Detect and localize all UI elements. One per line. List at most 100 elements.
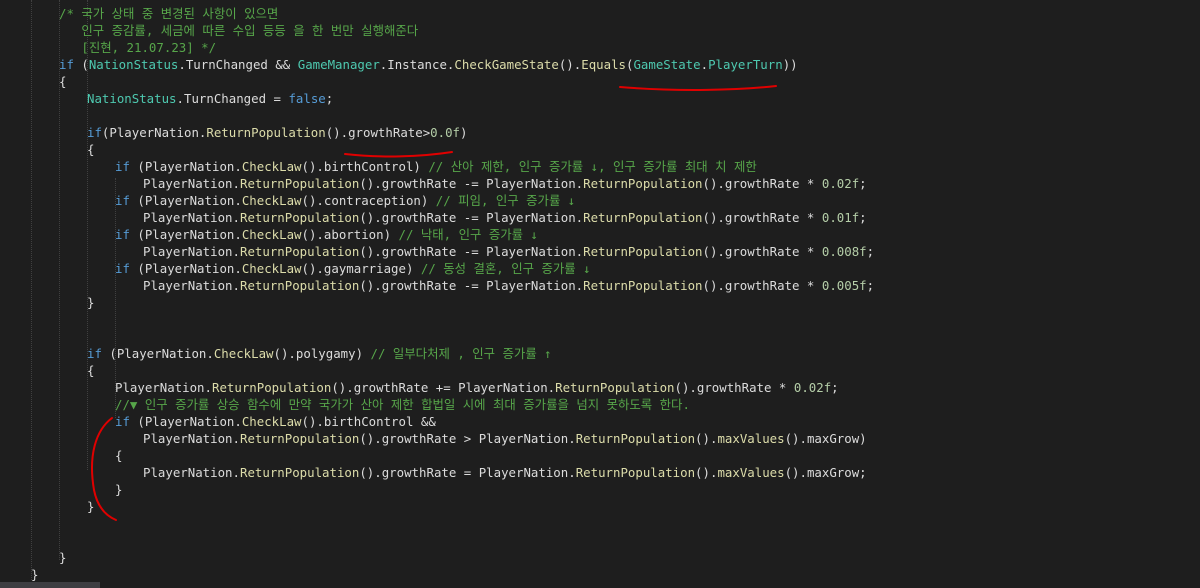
code-line[interactable]: } (87, 498, 94, 515)
code-token: if (115, 193, 130, 208)
code-line[interactable]: NationStatus.TurnChanged = false; (87, 90, 333, 107)
code-token: ReturnPopulation (583, 176, 703, 191)
code-token: . (700, 57, 709, 72)
code-line[interactable]: } (87, 294, 94, 311)
code-token: NationStatus (88, 57, 179, 72)
code-token: } (59, 550, 67, 565)
code-token: ReturnPopulation (583, 210, 703, 225)
code-token: ReturnPopulation (555, 380, 675, 395)
code-token: ().polygamy) (273, 346, 371, 361)
code-token: ReturnPopulation (239, 431, 360, 446)
code-token: ReturnPopulation (239, 210, 360, 225)
code-token: // 산아 제한, 인구 증가률 ↓, 인구 증가률 최대 치 제한 (428, 159, 757, 174)
code-line[interactable]: { (87, 362, 94, 379)
code-token: ().growthRate > PlayerNation. (359, 431, 576, 446)
code-token: (PlayerNation. (101, 125, 207, 140)
code-line[interactable]: { (59, 73, 66, 90)
code-token: ().growthRate = PlayerNation. (359, 465, 576, 480)
code-token: //▼ 인구 증가률 상승 함수에 만약 국가가 산아 제한 합법일 시에 최대… (115, 397, 690, 412)
code-token: ; (859, 210, 867, 225)
code-line[interactable]: PlayerNation.ReturnPopulation().growthRa… (143, 430, 867, 447)
code-line[interactable]: if(PlayerNation.ReturnPopulation().growt… (87, 124, 467, 141)
code-token: { (87, 363, 95, 378)
code-token: 0.008f (821, 244, 867, 259)
code-token: CheckLaw (241, 193, 302, 208)
code-token: ().abortion) (301, 227, 399, 242)
code-token: ().growthRate * (702, 176, 822, 191)
code-line[interactable]: PlayerNation.ReturnPopulation().growthRa… (143, 175, 867, 192)
code-token: GameState (633, 57, 701, 72)
code-token: CheckLaw (241, 261, 302, 276)
code-line[interactable]: if (NationStatus.TurnChanged && GameMana… (59, 56, 798, 73)
code-token: PlayerNation. (143, 210, 240, 225)
code-token: // 피임, 인구 증가률 ↓ (435, 193, 576, 208)
code-token: { (115, 448, 123, 463)
indent-guide (31, 0, 32, 580)
code-token: .TurnChanged && (178, 57, 298, 72)
code-line[interactable]: PlayerNation.ReturnPopulation().growthRa… (143, 464, 867, 481)
code-token: [진현, 21.07.23] */ (59, 40, 217, 55)
code-token: // 일부다처제 , 인구 증가률 ↑ (370, 346, 552, 361)
code-token: if (115, 227, 130, 242)
code-token: if (115, 159, 130, 174)
code-line[interactable]: //▼ 인구 증가률 상승 함수에 만약 국가가 산아 제한 합법일 시에 최대… (115, 396, 690, 413)
code-line[interactable]: if (PlayerNation.CheckLaw().contraceptio… (115, 192, 575, 209)
code-token: ; (866, 244, 875, 259)
code-line[interactable]: [진현, 21.07.23] */ (59, 39, 216, 56)
code-token: ReturnPopulation (239, 465, 360, 480)
code-token: ReturnPopulation (575, 465, 696, 480)
code-token: CheckLaw (241, 159, 302, 174)
code-token: // 낙태, 인구 증가률 ↓ (398, 227, 538, 242)
code-line[interactable]: PlayerNation.ReturnPopulation().growthRa… (143, 209, 867, 226)
code-token: (PlayerNation. (101, 346, 214, 361)
code-token: PlayerTurn (708, 57, 783, 72)
code-line[interactable]: { (115, 447, 122, 464)
code-token: ().growthRate> (325, 125, 431, 140)
code-token: (PlayerNation. (129, 414, 242, 429)
code-line[interactable]: { (87, 141, 94, 158)
code-token: ().growthRate * (702, 210, 822, 225)
code-token: ().growthRate * (702, 278, 822, 293)
code-line[interactable]: if (PlayerNation.CheckLaw().polygamy) //… (87, 345, 552, 362)
code-token: PlayerNation. (143, 465, 240, 480)
code-token: if (115, 261, 130, 276)
code-token: } (87, 295, 95, 310)
code-editor[interactable]: /* 국가 상태 중 변경된 사항이 있으면 인구 증감률, 세금에 따른 수입… (0, 0, 1200, 588)
code-line[interactable]: /* 국가 상태 중 변경된 사항이 있으면 (59, 5, 278, 22)
code-token: (PlayerNation. (129, 227, 242, 242)
code-line[interactable]: } (115, 481, 122, 498)
code-token: if (115, 414, 130, 429)
code-token: ReturnPopulation (239, 244, 360, 259)
code-token: NationStatus (87, 91, 177, 106)
code-token: ; (866, 278, 875, 293)
code-line[interactable]: } (31, 566, 38, 583)
code-token: ().gaymarriage) (301, 261, 421, 276)
code-token: maxValues (717, 465, 785, 480)
code-token: } (115, 482, 123, 497)
code-token: } (31, 567, 39, 582)
code-line[interactable]: PlayerNation.ReturnPopulation().growthRa… (143, 243, 874, 260)
code-token: 인구 증감률, 세금에 따른 수입 등등 을 한 번만 실행해준다 (59, 23, 419, 38)
horizontal-scrollbar[interactable] (0, 582, 100, 588)
code-token: PlayerNation. (143, 244, 240, 259)
code-line[interactable]: if (PlayerNation.CheckLaw().birthControl… (115, 413, 436, 430)
code-token: ReturnPopulation (575, 431, 696, 446)
code-line[interactable]: 인구 증감률, 세금에 따른 수입 등등 을 한 번만 실행해준다 (59, 22, 418, 39)
code-line[interactable]: PlayerNation.ReturnPopulation().growthRa… (115, 379, 839, 396)
code-token: if (87, 346, 102, 361)
code-token: Equals (581, 57, 626, 72)
code-token: ().growthRate * (702, 244, 822, 259)
code-line[interactable]: if (PlayerNation.CheckLaw().birthControl… (115, 158, 757, 175)
code-token: (PlayerNation. (129, 193, 242, 208)
code-token: ().growthRate -= PlayerNation. (359, 176, 584, 191)
code-token: ReturnPopulation (583, 244, 703, 259)
code-token: .TurnChanged = (176, 91, 289, 106)
code-token: // 동성 결혼, 인구 증가률 ↓ (420, 261, 591, 276)
code-line[interactable]: } (59, 549, 66, 566)
code-token: (). (558, 57, 582, 72)
code-line[interactable]: if (PlayerNation.CheckLaw().gaymarriage)… (115, 260, 591, 277)
code-line[interactable]: PlayerNation.ReturnPopulation().growthRa… (143, 277, 874, 294)
code-line[interactable]: if (PlayerNation.CheckLaw().abortion) //… (115, 226, 538, 243)
code-token: (PlayerNation. (129, 159, 242, 174)
code-token: GameManager (297, 57, 380, 72)
